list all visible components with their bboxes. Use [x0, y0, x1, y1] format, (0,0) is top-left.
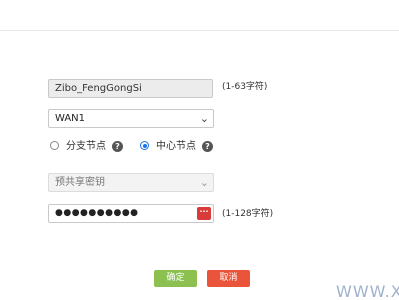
interface-select[interactable]: WAN1 ⌄: [48, 109, 214, 128]
preshared-key-input[interactable]: ●●●●●●●●●● ···: [48, 204, 214, 223]
cancel-button[interactable]: 取消: [207, 270, 250, 287]
branch-node-label: 分支节点: [66, 141, 106, 152]
node-name-hint: (1-63字符): [222, 82, 268, 92]
auth-method-value: 预共享密钥: [55, 177, 105, 188]
chevron-down-icon: ⌄: [199, 176, 209, 189]
help-icon[interactable]: ?: [112, 141, 123, 152]
center-node-radio[interactable]: [140, 141, 149, 150]
show-password-icon[interactable]: ···: [197, 207, 211, 220]
watermark: WWW.X: [336, 282, 399, 300]
top-divider: [0, 30, 399, 31]
chevron-down-icon: ⌄: [199, 112, 209, 125]
interface-select-value: WAN1: [55, 113, 86, 124]
preshared-key-hint: (1-128字符): [222, 209, 274, 219]
center-node-label: 中心节点: [156, 141, 196, 152]
auth-method-select[interactable]: 预共享密钥 ⌄: [48, 173, 214, 192]
help-icon[interactable]: ?: [202, 141, 213, 152]
branch-node-radio[interactable]: [50, 141, 59, 150]
ipsec-node-settings-panel: Zibo_FengGongSi (1-63字符) WAN1 ⌄ 分支节点 ? 中…: [0, 0, 399, 300]
node-role-radio-group: 分支节点 ? 中心节点 ?: [48, 139, 248, 155]
preshared-key-mask: ●●●●●●●●●●: [55, 208, 139, 218]
node-name-input[interactable]: Zibo_FengGongSi: [48, 79, 213, 98]
confirm-button[interactable]: 确定: [154, 270, 197, 287]
